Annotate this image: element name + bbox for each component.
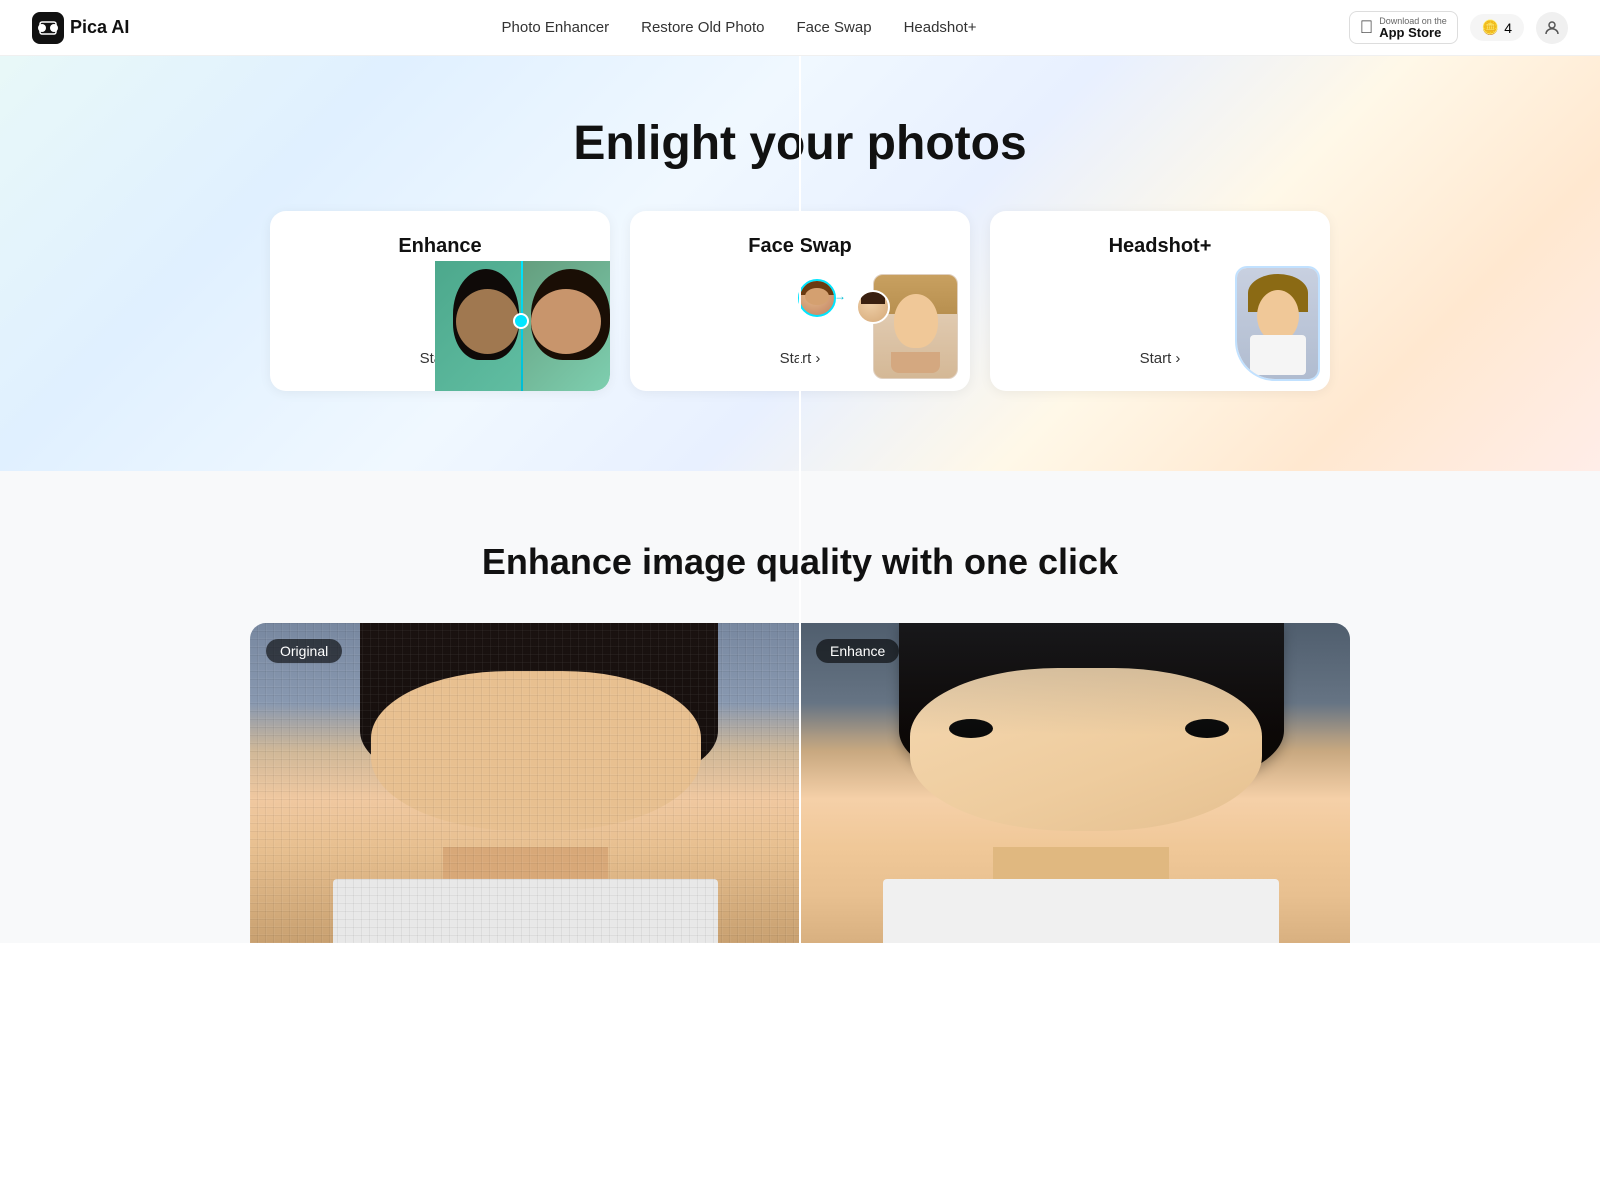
app-store-label: App Store <box>1379 26 1447 39</box>
nav-headshot[interactable]: Headshot+ <box>904 19 977 36</box>
app-store-button[interactable]:  Download on the App Store <box>1349 11 1458 44</box>
enhance-card-title: Enhance <box>294 235 586 258</box>
original-label: Original <box>266 639 342 663</box>
enhanced-photo-panel: Enhance <box>800 623 1350 943</box>
headshot-card-title: Headshot+ <box>1014 235 1306 258</box>
logo[interactable]: Pica AI <box>32 12 129 44</box>
enhance-quality-section: Enhance image quality with one click Ori… <box>0 471 1600 943</box>
enhanced-label: Enhance <box>816 639 899 663</box>
credits-count: 4 <box>1504 20 1512 36</box>
original-photo-panel: Original <box>250 623 800 943</box>
comparison-container: Original Enhance <box>250 623 1350 943</box>
enhance-card: Enhance Start › <box>270 211 610 391</box>
nav-right:  Download on the App Store 🪙 4 <box>1349 11 1568 44</box>
credits-icon: 🪙 <box>1482 19 1499 36</box>
user-account-button[interactable] <box>1536 12 1568 44</box>
nav-photo-enhancer[interactable]: Photo Enhancer <box>502 19 610 36</box>
nav-restore-old-photo[interactable]: Restore Old Photo <box>641 19 764 36</box>
headshot-card: Headshot+ Start › <box>990 211 1330 391</box>
nav-face-swap[interactable]: Face Swap <box>797 19 872 36</box>
apple-icon:  <box>1360 17 1374 38</box>
credits-button[interactable]: 🪙 4 <box>1470 14 1524 41</box>
logo-text: Pica AI <box>70 17 129 38</box>
navbar: Pica AI Photo Enhancer Restore Old Photo… <box>0 0 1600 56</box>
nav-links: Photo Enhancer Restore Old Photo Face Sw… <box>502 19 977 36</box>
